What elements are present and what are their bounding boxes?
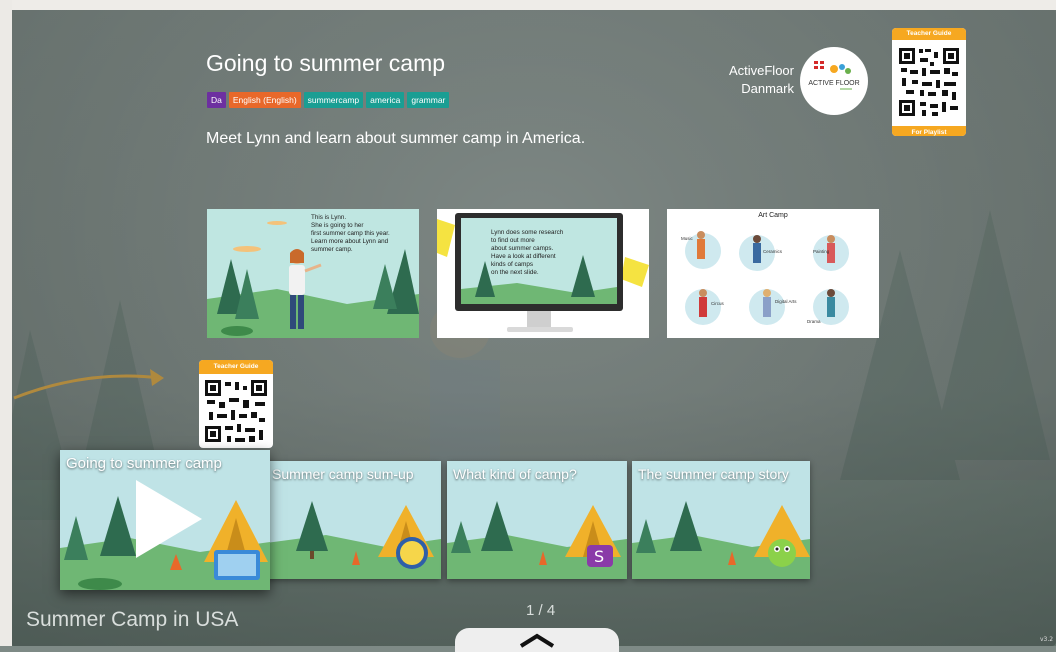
qr-footer: For Playlist <box>892 126 966 136</box>
version-label: v3.2 <box>1040 636 1054 643</box>
slide-1-text: This is Lynn. She is going to her first … <box>311 214 390 253</box>
teacher-guide-qr-playlist[interactable]: Teacher Guide For Playlist <box>892 28 966 136</box>
tag-language-code[interactable]: Da <box>207 92 226 108</box>
card-2-title: Summer camp sum-up <box>272 466 414 482</box>
slide-2-text: Lynn does some research to find out more… <box>491 229 564 276</box>
publisher-name[interactable]: ActiveFloor Danmark <box>700 62 794 98</box>
tag-list: Da English (English) summercamp america … <box>207 92 450 108</box>
activefloor-logo-icon: ACTIVE FLOOR <box>808 61 860 90</box>
publisher-line1: ActiveFloor <box>728 63 794 78</box>
activity-card-3[interactable]: S What kind of camp? <box>447 461 627 579</box>
activity-description: Meet Lynn and learn about summer camp in… <box>206 130 586 147</box>
activity-card-1-selected[interactable]: Going to summer camp <box>60 450 270 590</box>
svg-text:S: S <box>594 547 604 566</box>
left-edge <box>0 0 12 646</box>
card-3-title: What kind of camp? <box>453 466 577 482</box>
tag-language[interactable]: English (English) <box>228 92 301 108</box>
slide-3-label-music: Music <box>681 236 693 241</box>
top-edge <box>0 0 1056 10</box>
activity-title: Going to summer camp <box>206 50 446 76</box>
publisher-line2: Danmark <box>741 81 794 96</box>
slide-preview-3[interactable]: Art Camp Music Ceramics Painting Circus … <box>667 209 879 338</box>
slide-3-title: Art Camp <box>758 212 788 219</box>
tag-america[interactable]: america <box>366 92 405 108</box>
qr-header: Teacher Guide <box>892 28 966 40</box>
slide-preview-1[interactable]: This is Lynn. She is going to her first … <box>207 209 419 338</box>
card-1-title: Going to summer camp <box>66 455 222 472</box>
teacher-guide-qr-activity[interactable]: Teacher Guide <box>199 360 273 448</box>
slide-3-label-drama: Drama <box>807 319 821 324</box>
page-indicator: 1 / 4 <box>526 602 556 619</box>
card-4-title: The summer camp story <box>638 466 789 482</box>
slide-preview-2[interactable]: Lynn does some research to find out more… <box>437 209 649 338</box>
activity-card-2[interactable]: Summer camp sum-up <box>266 461 441 579</box>
slide-3-label-painting: Painting <box>813 249 830 254</box>
slide-3-label-circus: Circus <box>711 301 724 306</box>
playlist-title: Summer Camp in USA <box>26 608 239 631</box>
tag-summercamp[interactable]: summercamp <box>303 92 364 108</box>
svg-text:ACTIVE FLOOR: ACTIVE FLOOR <box>808 80 859 87</box>
qr-code-icon <box>205 380 267 442</box>
chevron-up-icon <box>519 633 555 648</box>
slide-3-illustration <box>667 209 879 338</box>
slide-3-label-ceramics: Ceramics <box>763 249 783 254</box>
expand-drawer-button[interactable] <box>455 628 619 652</box>
qr-code-icon <box>898 46 960 118</box>
tag-grammar[interactable]: grammar <box>407 92 450 108</box>
activity-card-4[interactable]: The summer camp story <box>632 461 810 579</box>
qr-header-activity: Teacher Guide <box>199 360 273 374</box>
slide-3-label-digital-arts: Digital Arts <box>775 299 797 304</box>
publisher-logo[interactable]: ACTIVE FLOOR <box>800 47 868 115</box>
